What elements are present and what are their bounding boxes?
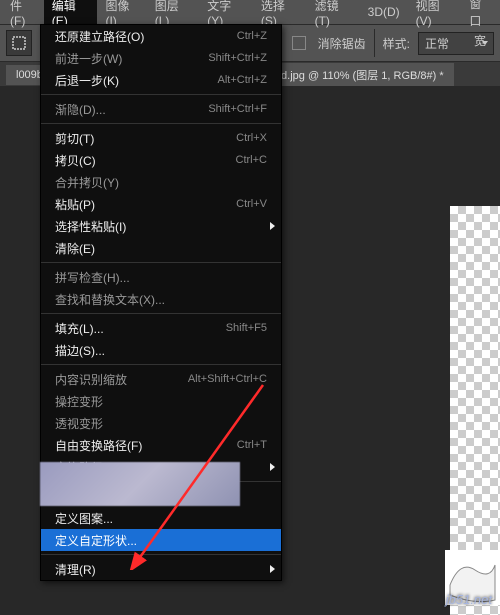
menu-item-paste[interactable]: 粘贴(P)Ctrl+V: [41, 193, 281, 215]
menu-bar: 件(F) 编辑(E) 图像(I) 图层(L) 文字(Y) 选择(S) 滤镜(T)…: [0, 0, 500, 25]
menu-filter[interactable]: 滤镜(T): [307, 0, 360, 32]
menu-item-clear[interactable]: 清除(E): [41, 237, 281, 259]
style-label: 样式:: [383, 35, 410, 52]
menu-item-find-replace: 查找和替换文本(X)...: [41, 288, 281, 310]
menu-item-paste-special[interactable]: 选择性粘贴(I): [41, 215, 281, 237]
width-label: 宽: [474, 32, 486, 49]
menu-item-stroke[interactable]: 描边(S)...: [41, 339, 281, 361]
menu-item-copy[interactable]: 拷贝(C)Ctrl+C: [41, 149, 281, 171]
menu-item-undo[interactable]: 还原建立路径(O)Ctrl+Z: [41, 25, 281, 47]
menu-item-fade: 渐隐(D)...Shift+Ctrl+F: [41, 98, 281, 120]
menu-item-fill[interactable]: 填充(L)...Shift+F5: [41, 317, 281, 339]
menu-window[interactable]: 窗口: [461, 0, 500, 33]
separator: [374, 29, 375, 57]
menu-item-free-transform[interactable]: 自由变换路径(F)Ctrl+T: [41, 434, 281, 456]
redacted-region: [40, 462, 240, 506]
menu-item-puppet-warp: 操控变形: [41, 390, 281, 412]
menu-item-copy-merged: 合并拷贝(Y): [41, 171, 281, 193]
menu-item-purge[interactable]: 清理(R): [41, 558, 281, 580]
menu-view[interactable]: 视图(V): [408, 0, 462, 32]
menu-file[interactable]: 件(F): [2, 0, 44, 32]
menu-3d[interactable]: 3D(D): [360, 1, 408, 23]
document-tab[interactable]: d.jpg @ 110% (图层 1, RGB/8#) *: [271, 63, 454, 87]
menu-item-spellcheck: 拼写检查(H)...: [41, 266, 281, 288]
menu-item-cut[interactable]: 剪切(T)Ctrl+X: [41, 127, 281, 149]
marquee-tool-icon[interactable]: [6, 30, 32, 56]
anti-alias-label: 消除锯齿: [318, 35, 366, 52]
menu-item-perspective-warp: 透视变形: [41, 412, 281, 434]
menu-item-step-forward: 前进一步(W)Shift+Ctrl+Z: [41, 47, 281, 69]
menu-item-step-backward[interactable]: 后退一步(K)Alt+Ctrl+Z: [41, 69, 281, 91]
menu-item-define-custom-shape[interactable]: 定义自定形状...: [41, 529, 281, 551]
menu-item-content-aware-scale: 内容识别缩放Alt+Shift+Ctrl+C: [41, 368, 281, 390]
anti-alias-checkbox[interactable]: [292, 36, 306, 50]
watermark: jb51.net: [446, 592, 492, 607]
menu-item-define-pattern[interactable]: 定义图案...: [41, 507, 281, 529]
